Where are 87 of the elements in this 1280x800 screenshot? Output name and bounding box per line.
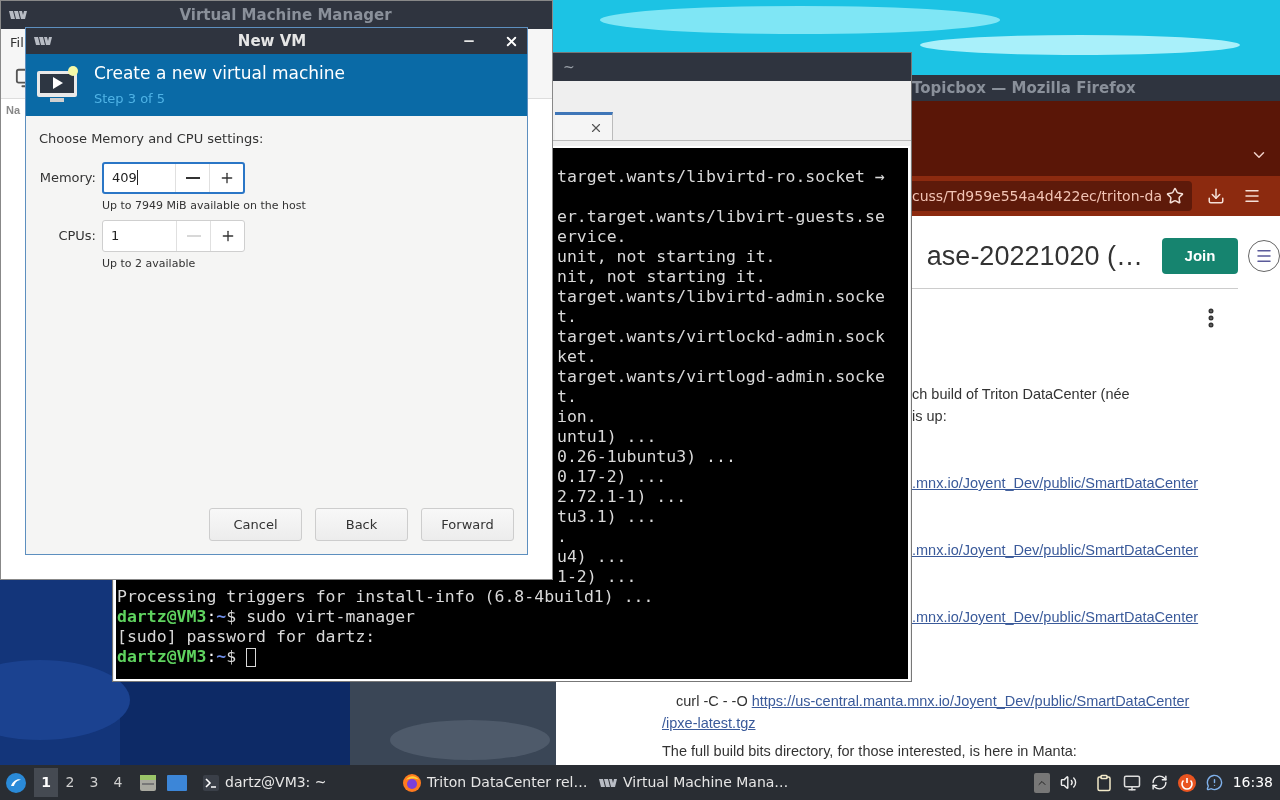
desktop-icon[interactable] bbox=[167, 774, 187, 791]
spin-box[interactable]: 409 bbox=[102, 161, 245, 194]
terminal-line: target.wants/virtlockd-admin.sock bbox=[557, 327, 885, 347]
terminal-line: ket. bbox=[557, 347, 597, 367]
start-menu-icon[interactable] bbox=[5, 771, 27, 794]
dialog-button[interactable]: Cancel bbox=[209, 508, 302, 541]
url-text: cuss/Td959e554a4d422ec/triton-da bbox=[912, 186, 1163, 206]
window-title: Topicbox — Mozilla Firefox bbox=[912, 77, 1136, 99]
clock: 16:38 bbox=[1232, 773, 1273, 792]
browser-icon bbox=[403, 773, 421, 792]
terminal-line: 2.72.1-1) ... bbox=[557, 487, 687, 507]
terminal-line: er.target.wants/libvirt-guests.se bbox=[557, 207, 885, 227]
terminal-line: nit, not starting it. bbox=[557, 267, 766, 287]
monitor-icon[interactable] bbox=[1122, 773, 1141, 792]
header-title: Create a new virtual machine bbox=[94, 61, 346, 84]
command-text: curl -C - -O bbox=[676, 692, 748, 711]
url-field[interactable]: cuss/Td959e554a4d422ec/triton-da bbox=[912, 181, 1192, 211]
column-header: Na bbox=[6, 102, 21, 118]
field-label: CPUs: bbox=[57, 227, 96, 246]
terminal-tab[interactable] bbox=[555, 112, 613, 140]
menu-icon bbox=[1255, 247, 1273, 265]
spin-box[interactable]: 1 bbox=[102, 220, 245, 252]
download-link[interactable]: /ipxe-latest.tgz bbox=[662, 712, 756, 734]
bookmark-star-icon[interactable] bbox=[1166, 187, 1184, 205]
terminal-line: . bbox=[557, 527, 567, 547]
download-link[interactable]: .mnx.io/Joyent_Dev/public/SmartDataCenter bbox=[912, 539, 1199, 561]
terminal-line: ion. bbox=[557, 407, 597, 427]
notification-icon[interactable] bbox=[1205, 774, 1223, 791]
clipboard-icon[interactable] bbox=[1094, 773, 1113, 792]
hint-text: Up to 2 available bbox=[102, 256, 197, 272]
menu-icon[interactable] bbox=[1243, 187, 1261, 205]
download-link[interactable]: https://us-central.manta.mnx.io/Joyent_Dev/public/SmartDataCenter bbox=[751, 690, 1190, 712]
terminal-line: 0.26-1ubuntu3) ... bbox=[557, 447, 736, 467]
terminal-line: tu3.1) ... bbox=[557, 507, 657, 527]
paragraph-line: ch build of Triton DataCenter (née bbox=[912, 385, 1131, 404]
terminal-line: 1-2) ... bbox=[557, 567, 637, 587]
spin-value: 1 bbox=[110, 227, 121, 246]
prompt-line: dartz@VM3:~$ bbox=[117, 647, 237, 667]
app-icon bbox=[9, 10, 27, 20]
workspace-button[interactable]: 1 bbox=[34, 768, 58, 797]
download-icon[interactable] bbox=[1207, 187, 1225, 205]
terminal-line: untu1) ... bbox=[557, 427, 657, 447]
app-icon bbox=[34, 36, 52, 46]
terminal-line: target.wants/virtlogd-admin.socke bbox=[557, 367, 885, 387]
terminal-line: target.wants/libvirtd-ro.socket → bbox=[557, 167, 885, 187]
terminal-line: [sudo] password for dartz: bbox=[117, 627, 377, 647]
terminal-line: u4) ... bbox=[557, 547, 627, 567]
window-title: ~ bbox=[563, 57, 575, 77]
download-link[interactable]: .mnx.io/Joyent_Dev/public/SmartDataCenter bbox=[912, 606, 1199, 628]
paragraph-line: is up: bbox=[912, 407, 948, 426]
task-button[interactable]: Virtual Machine Mana… bbox=[596, 768, 792, 797]
terminal-line: 0.17-2) ... bbox=[557, 467, 667, 487]
workspace-button[interactable]: 3 bbox=[82, 768, 106, 797]
window-title: New VM bbox=[236, 30, 308, 52]
window-title: Virtual Machine Manager bbox=[178, 4, 393, 26]
terminal-line: t. bbox=[557, 307, 577, 327]
task-button[interactable]: Triton DataCenter rel… bbox=[400, 768, 596, 797]
field-label: Memory: bbox=[39, 168, 96, 187]
workspace-button[interactable]: 4 bbox=[106, 768, 130, 797]
download-link[interactable]: .mnx.io/Joyent_Dev/public/SmartDataCenter bbox=[912, 472, 1199, 494]
hint-text: Up to 7949 MiB available on the host bbox=[102, 197, 307, 214]
paragraph-line: The full build bits directory, for those interested, is here in Manta: bbox=[662, 742, 1078, 761]
join-button[interactable]: Join bbox=[1162, 238, 1238, 274]
task-button[interactable]: dartz@VM3: ~ bbox=[200, 768, 400, 797]
terminal-line: ervice. bbox=[557, 227, 627, 247]
page-heading: ase-20221020 (… bbox=[926, 239, 1143, 273]
dialog-button[interactable]: Back bbox=[315, 508, 408, 541]
step-label: Step 3 of 5 bbox=[94, 89, 167, 108]
spin-value: 409 bbox=[111, 168, 139, 187]
minus-icon bbox=[186, 235, 201, 237]
minus-icon bbox=[185, 176, 200, 179]
tray-expand-icon[interactable] bbox=[1033, 772, 1050, 793]
volume-icon[interactable] bbox=[1059, 774, 1077, 791]
workspace-button[interactable]: 2 bbox=[58, 768, 82, 797]
file-manager-icon[interactable] bbox=[139, 773, 157, 792]
app-icon bbox=[599, 777, 617, 788]
dialog-button[interactable]: Forward bbox=[421, 508, 514, 541]
menu-item[interactable]: Fil bbox=[10, 33, 24, 53]
terminal-line: target.wants/libvirtd-admin.socke bbox=[557, 287, 885, 307]
terminal-line: Processing triggers for install-info (6.8-4build1) ... bbox=[117, 587, 655, 607]
refresh-icon[interactable] bbox=[1150, 774, 1168, 791]
terminal-line: t. bbox=[557, 387, 577, 407]
prompt-line: dartz@VM3:~$ sudo virt-manager bbox=[117, 607, 416, 627]
section-label: Choose Memory and CPU settings: bbox=[39, 130, 265, 148]
power-icon[interactable] bbox=[1177, 773, 1196, 792]
terminal-icon bbox=[203, 774, 219, 791]
terminal-line: unit, not starting it. bbox=[557, 247, 776, 267]
